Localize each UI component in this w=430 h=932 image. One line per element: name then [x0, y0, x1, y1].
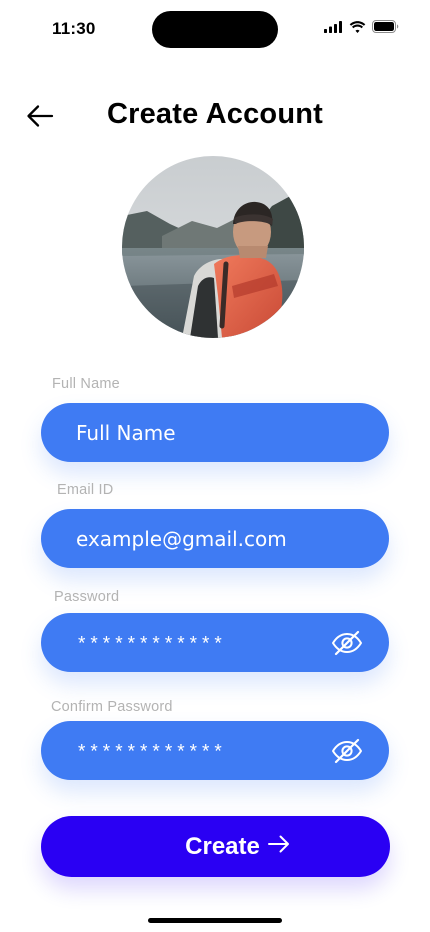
cellular-signal-icon — [324, 20, 343, 33]
create-button[interactable]: Create — [41, 816, 390, 877]
avatar[interactable] — [122, 156, 304, 338]
arrow-right-icon — [267, 834, 290, 859]
page-title: Create Account — [106, 98, 324, 130]
dynamic-island — [152, 11, 278, 48]
confirm-password-label: Confirm Password — [51, 699, 173, 715]
full-name-value: Full Name — [76, 420, 176, 445]
password-input[interactable]: ************ — [41, 613, 389, 672]
wifi-icon — [349, 20, 366, 33]
status-icons — [324, 20, 399, 33]
eye-off-icon[interactable] — [331, 735, 363, 767]
password-value: ************ — [76, 633, 225, 656]
battery-icon — [372, 20, 399, 33]
full-name-label: Full Name — [52, 376, 120, 392]
header: Create Account — [0, 90, 430, 142]
create-button-label: Create — [185, 832, 260, 860]
email-value: example@gmail.com — [76, 526, 287, 551]
status-time: 11:30 — [52, 19, 96, 38]
full-name-input[interactable]: Full Name — [41, 403, 389, 462]
home-indicator — [148, 918, 282, 923]
email-label: Email ID — [57, 482, 114, 498]
confirm-password-value: ************ — [76, 741, 225, 764]
password-label: Password — [54, 589, 120, 605]
confirm-password-input[interactable]: ************ — [41, 721, 389, 780]
email-input[interactable]: example@gmail.com — [41, 509, 389, 568]
eye-off-icon[interactable] — [331, 627, 363, 659]
status-bar: 11:30 — [0, 0, 430, 56]
